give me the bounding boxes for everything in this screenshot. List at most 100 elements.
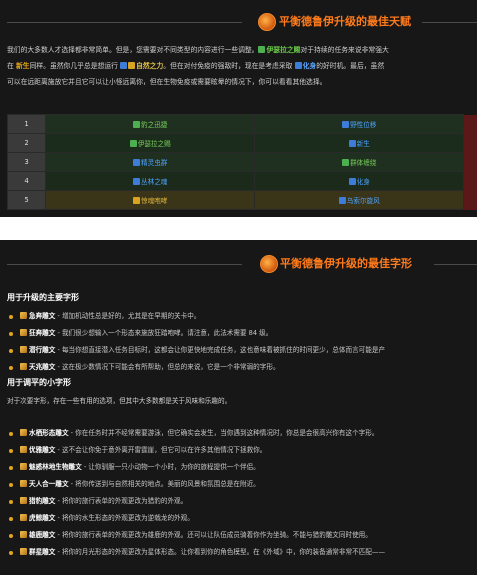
glyph-list-item: 虎鲸雕文 - 将你的水生形态的外观更改为逆戟龙的外观。 bbox=[7, 510, 477, 527]
section-title: 平衡德鲁伊升级的最佳字形 bbox=[280, 257, 412, 270]
bullet-icon bbox=[9, 366, 13, 370]
glyph-description: - 将你传送到与自然相关的地点。美丽的风景和氛围总是在附近。 bbox=[68, 480, 260, 488]
bullet-icon bbox=[9, 432, 13, 436]
glyph-name-link[interactable]: 潜行雕文 bbox=[29, 346, 55, 354]
glyph-icon bbox=[20, 497, 27, 504]
glyph-list-item: 群星雕文 - 将你的月光形态的外观更改为星体形态。让你看到你的角色模型。在《外域… bbox=[7, 544, 477, 561]
glyph-list-item: 魅惑林地生物雕文 - 让你驯服一只小动物一个小时，为你的旅程提供一个伴侣。 bbox=[7, 459, 477, 476]
talent-name[interactable]: 伊瑟拉之赐 bbox=[138, 140, 171, 148]
minor-glyphs-description: 对于次要字形，存在一些有用的选项，但其中大多数都是关于风味和乐趣的。 bbox=[7, 397, 232, 405]
talent-icon bbox=[133, 197, 141, 204]
major-glyph-list: 急奔雕文 - 增加机动性总是好的，尤其是在早期的关卡中。 狂奔雕文 - 我们很少想… bbox=[7, 308, 477, 376]
glyph-description: - 这在极少数情况下可能会有所帮助，但总的来说，它是一个非常弱的字形。 bbox=[55, 363, 280, 371]
glyph-name-link[interactable]: 天人合一雕文 bbox=[29, 480, 69, 488]
glyph-list-item: 水栖形态雕文 - 你在任务时并不经常需要游泳，但它确实会发生，当你遇到这种情况时… bbox=[7, 425, 477, 442]
talent-icon bbox=[348, 140, 356, 147]
glyph-description: - 这不会让你免于意外离开雷霆崖，但它可以在许多其他情况下拯救你。 bbox=[55, 446, 267, 454]
talent-cell[interactable]: 化身 bbox=[254, 171, 465, 191]
bullet-icon bbox=[9, 500, 13, 504]
glyph-description: - 将你的水生形态的外观更改为逆戟龙的外观。 bbox=[55, 514, 194, 522]
spell-icon bbox=[120, 62, 128, 69]
spell-icon bbox=[258, 46, 266, 53]
talent-name[interactable]: 野性位移 bbox=[350, 121, 376, 129]
intro-text: 同样。虽然你几乎总是想运行 bbox=[29, 62, 121, 70]
glyph-icon bbox=[20, 463, 27, 470]
talent-name[interactable]: 新生 bbox=[357, 140, 370, 148]
intro-text: 对于持续的任务来说非常强大 bbox=[300, 46, 389, 54]
intro-text: 我们的大多数人才选择都非常简单。但是，您需要对不同类型的内容进行一些调整。 bbox=[7, 46, 259, 54]
glyph-name-link[interactable]: 猎豹雕文 bbox=[29, 497, 55, 505]
glyph-icon bbox=[20, 548, 27, 555]
glyph-list-item: 猎豹雕文 - 将你的旅行表单的外观更改为猎豹的外观。 bbox=[7, 493, 477, 510]
talent-name[interactable]: 惊魂咆哮 bbox=[141, 197, 167, 205]
talent-cell[interactable]: 惊魂咆哮 bbox=[45, 190, 256, 210]
talent-icon bbox=[133, 121, 141, 128]
talent-row-edge bbox=[463, 114, 477, 134]
glyph-icon bbox=[20, 312, 27, 319]
talent-cell[interactable]: 豹之迅捷 bbox=[45, 114, 256, 134]
talent-tier-cell: 1 bbox=[6, 114, 47, 134]
glyph-list-item: 急奔雕文 - 增加机动性总是好的，尤其是在早期的关卡中。 bbox=[7, 308, 477, 325]
glyph-icon bbox=[20, 429, 27, 436]
talent-cell[interactable]: 丛林之魂 bbox=[45, 171, 256, 191]
talent-name[interactable]: 丛林之魂 bbox=[141, 178, 167, 186]
talent-cell[interactable]: 群体缠绕 bbox=[254, 152, 465, 172]
glyph-description: - 你在任务时并不经常需要游泳，但它确实会发生，当你遇到这种情况时，你总是会很高… bbox=[68, 429, 379, 437]
bullet-icon bbox=[9, 332, 13, 336]
bullet-icon bbox=[9, 349, 13, 353]
glyph-icon bbox=[20, 329, 27, 336]
talent-icon bbox=[133, 159, 141, 166]
intro-text: 。但在对付免疫的强敌时，现在是考虑采取 bbox=[163, 62, 295, 70]
glyph-list-item: 优雅雕文 - 这不会让你免于意外离开雷霆崖，但它可以在许多其他情况下拯救你。 bbox=[7, 442, 477, 459]
spell-link[interactable]: 新生 bbox=[16, 62, 30, 70]
talent-cell[interactable]: 乌索尔旋风 bbox=[254, 190, 465, 210]
section-header: 平衡德鲁伊升级的最佳天赋 bbox=[0, 4, 477, 40]
talent-icon bbox=[342, 121, 350, 128]
intro-line: 可以在远距离施放它并且它可以让小怪远离你，但在生物免疫或需要眩晕的情况下，你可以… bbox=[7, 74, 477, 90]
glyph-description: - 将你的月光形态的外观更改为星体形态。让你看到你的角色模型。在《外域》中，你的… bbox=[55, 548, 386, 556]
glyph-icon bbox=[20, 446, 27, 453]
bullet-icon bbox=[9, 466, 13, 470]
bullet-icon bbox=[9, 534, 13, 538]
glyph-name-link[interactable]: 狂奔雕文 bbox=[29, 329, 55, 337]
glyph-list-item: 狂奔雕文 - 我们很少想输入一个形态来施放狂踏咆哮。请注意，此法术需要 84 级… bbox=[7, 325, 477, 342]
talent-tier-cell: 2 bbox=[6, 133, 47, 153]
talent-row: 3 精灵虫群 群体缠绕 bbox=[6, 152, 477, 172]
talent-name[interactable]: 精灵虫群 bbox=[141, 159, 167, 167]
section-title: 平衡德鲁伊升级的最佳天赋 bbox=[279, 15, 411, 28]
minor-glyph-list: 水栖形态雕文 - 你在任务时并不经常需要游泳，但它确实会发生，当你遇到这种情况时… bbox=[7, 425, 477, 561]
glyph-name-link[interactable]: 虎鲸雕文 bbox=[29, 514, 55, 522]
header-divider-right bbox=[422, 22, 477, 23]
talent-cell[interactable]: 野性位移 bbox=[254, 114, 465, 134]
glyph-list-item: 天人合一雕文 - 将你传送到与自然相关的地点。美丽的风景和氛围总是在附近。 bbox=[7, 476, 477, 493]
glyph-name-link[interactable]: 天兆雕文 bbox=[29, 363, 55, 371]
talent-name[interactable]: 乌索尔旋风 bbox=[347, 197, 380, 205]
glyph-name-link[interactable]: 群星雕文 bbox=[29, 548, 55, 556]
glyph-list-item: 雄鹿雕文 - 将你的旅行表单的外观更改为雄鹿的外观。还可以让队伍成员骑着你作为坐… bbox=[7, 527, 477, 544]
bullet-icon bbox=[9, 315, 13, 319]
minor-glyphs-heading: 用于调平的小字形 bbox=[7, 378, 71, 387]
intro-paragraph: 我们的大多数人才选择都非常简单。但是，您需要对不同类型的内容进行一些调整。 伊瑟拉… bbox=[7, 42, 477, 90]
talent-name[interactable]: 群体缠绕 bbox=[350, 159, 376, 167]
druid-emblem-icon bbox=[260, 255, 278, 273]
glyph-name-link[interactable]: 急奔雕文 bbox=[29, 312, 55, 320]
glyph-name-link[interactable]: 水栖形态雕文 bbox=[29, 429, 69, 437]
bullet-icon bbox=[9, 551, 13, 555]
spell-link[interactable]: 化身 bbox=[303, 62, 317, 70]
talent-name[interactable]: 化身 bbox=[357, 178, 370, 186]
talent-row: 2 伊瑟拉之赐 新生 bbox=[6, 133, 477, 153]
glyph-name-link[interactable]: 魅惑林地生物雕文 bbox=[29, 463, 82, 471]
glyph-description: - 我们很少想输入一个形态来施放狂踏咆哮。请注意，此法术需要 84 级。 bbox=[55, 329, 273, 337]
talent-cell[interactable]: 新生 bbox=[254, 133, 465, 153]
talent-row: 4 丛林之魂 化身 bbox=[6, 171, 477, 191]
glyph-description: - 增加机动性总是好的，尤其是在早期的关卡中。 bbox=[55, 312, 201, 320]
spell-icon bbox=[128, 62, 136, 69]
spell-link[interactable]: 自然之力 bbox=[136, 62, 163, 70]
glyph-name-link[interactable]: 优雅雕文 bbox=[29, 446, 55, 454]
glyph-description: - 将你的旅行表单的外观更改为猎豹的外观。 bbox=[55, 497, 188, 505]
glyph-name-link[interactable]: 雄鹿雕文 bbox=[29, 531, 55, 539]
talent-name[interactable]: 豹之迅捷 bbox=[141, 121, 167, 129]
talent-cell[interactable]: 精灵虫群 bbox=[45, 152, 256, 172]
talent-cell[interactable]: 伊瑟拉之赐 bbox=[45, 133, 256, 153]
spell-link[interactable]: 伊瑟拉之赐 bbox=[266, 46, 300, 54]
